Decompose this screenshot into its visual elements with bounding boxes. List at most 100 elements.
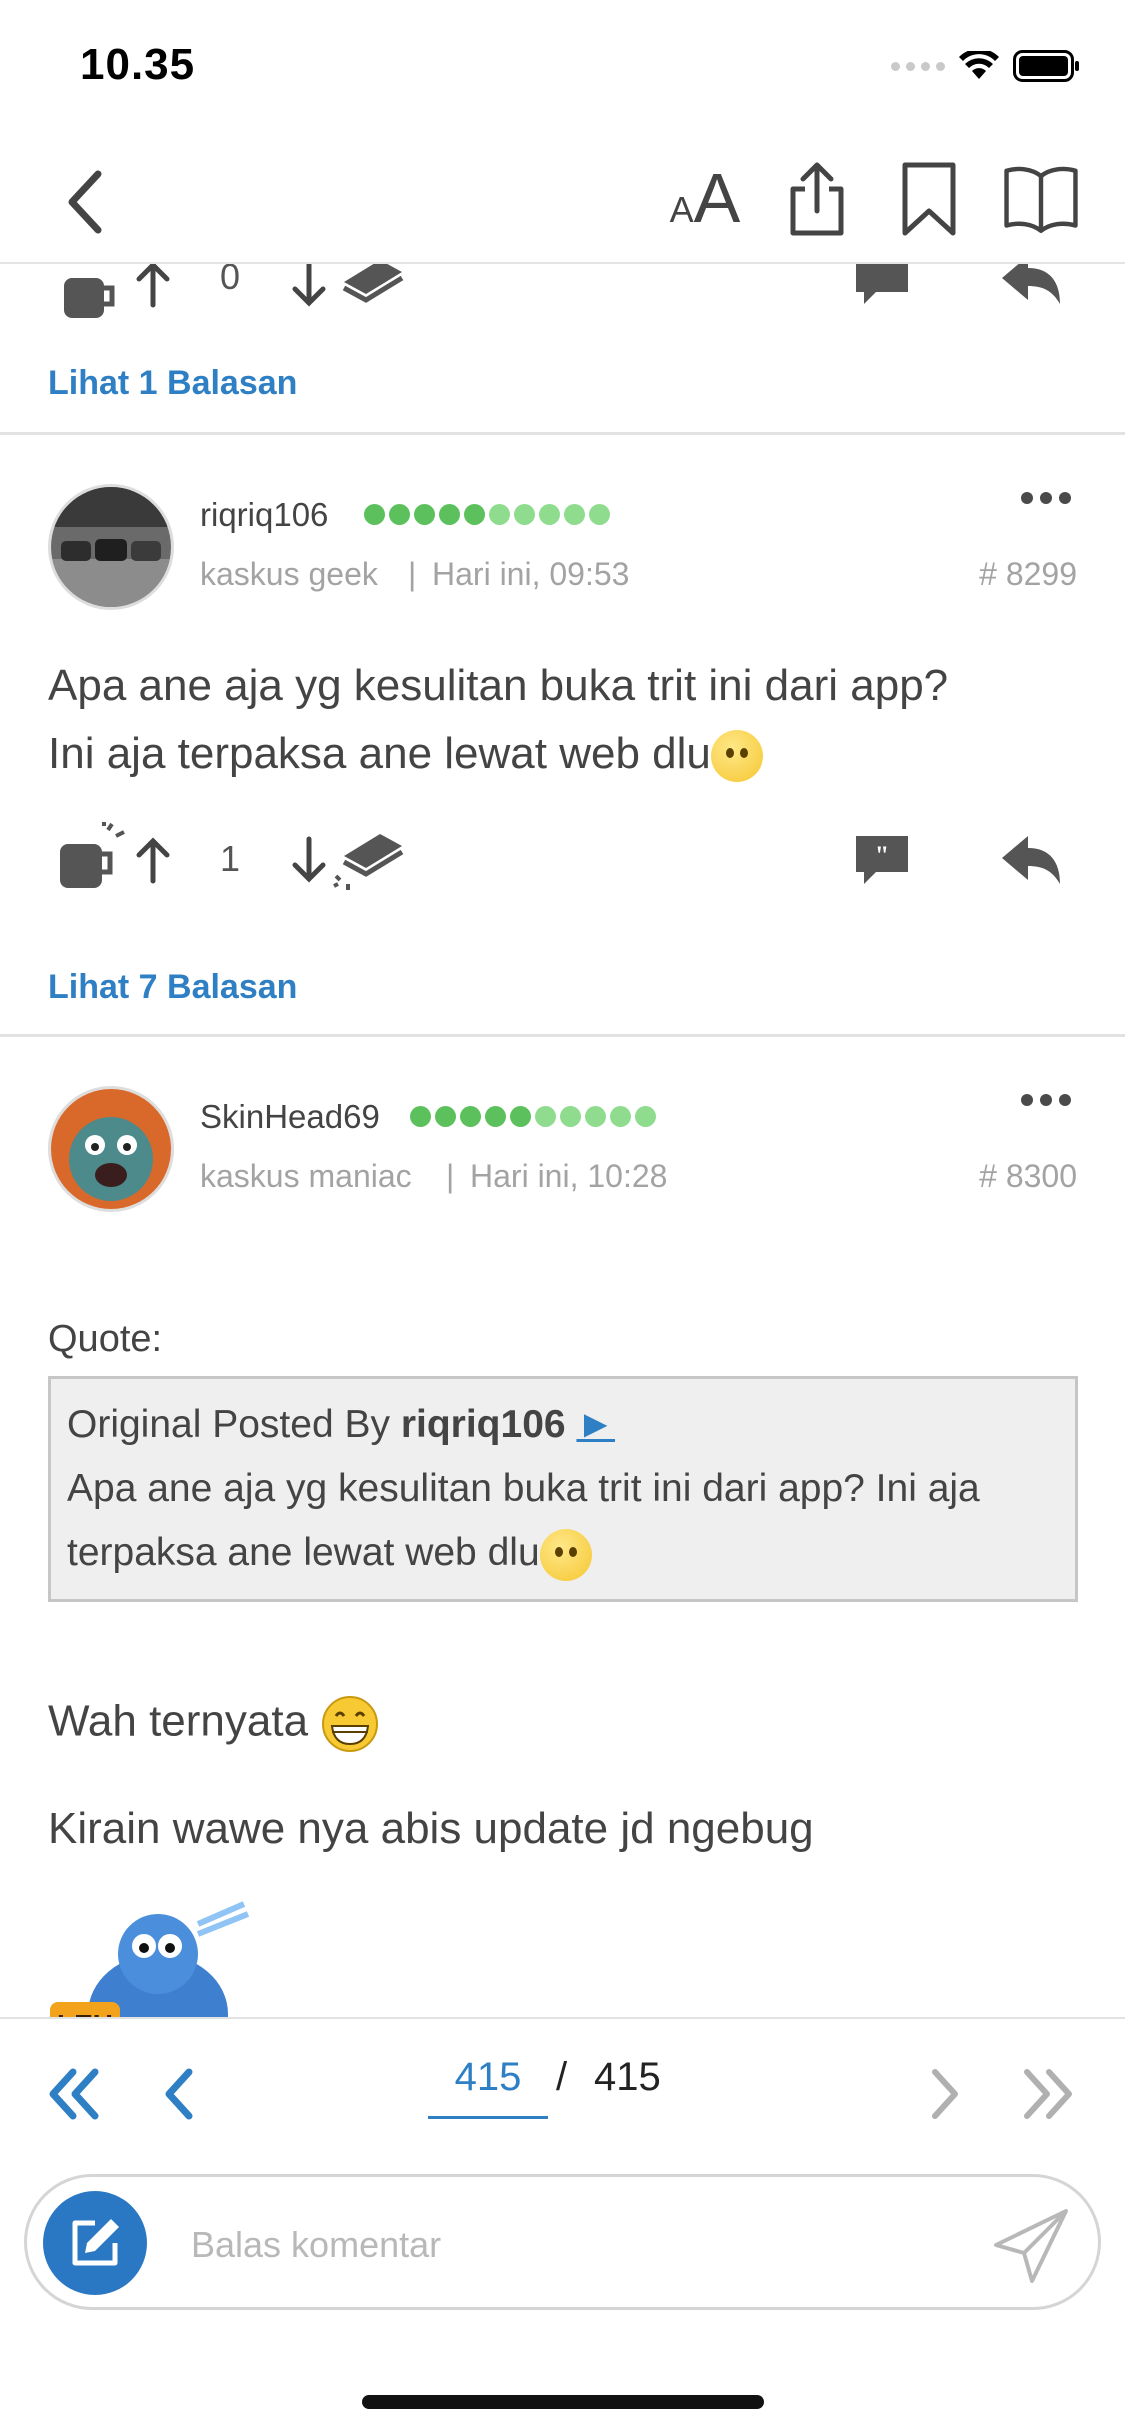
reputation-dot	[489, 504, 510, 525]
thread-content: 0 Lihat 1 Balasan riqriq106 kaskus geek …	[0, 264, 1125, 2017]
cendol-button[interactable]	[54, 264, 124, 326]
quote-button[interactable]	[852, 264, 912, 310]
first-page-button[interactable]	[38, 2059, 108, 2129]
double-chevron-left-icon	[49, 2068, 99, 2120]
bookmark-icon	[902, 162, 956, 236]
cendol-button[interactable]	[54, 822, 128, 896]
reply-input[interactable]	[191, 2217, 971, 2273]
double-chevron-right-icon	[1024, 2069, 1072, 2119]
reputation-dot	[510, 1106, 531, 1127]
view-replies-link[interactable]: Lihat 7 Balasan	[48, 968, 297, 1007]
compose-button[interactable]	[43, 2191, 147, 2295]
reply-bar	[24, 2174, 1101, 2310]
brick-icon	[342, 264, 404, 303]
thread-header: A A	[0, 140, 1125, 264]
post-divider	[0, 1034, 1125, 1037]
reputation-dot	[514, 504, 535, 525]
quote-text: Apa ane aja yg kesulitan buka trit ini d…	[67, 1457, 1059, 1585]
reputation-dot	[460, 1106, 481, 1127]
home-indicator	[362, 2395, 764, 2409]
post-header: SkinHead69 kaskus maniac | Hari ini, 10:…	[0, 1086, 1125, 1216]
quote-jump-link[interactable]: ►	[576, 1403, 615, 1446]
cendol-cup-icon	[60, 822, 125, 888]
post-divider	[0, 432, 1125, 435]
quote-author[interactable]: riqriq106	[401, 1403, 566, 1446]
status-bar: 10.35	[0, 0, 1125, 140]
back-button[interactable]	[56, 164, 116, 240]
arrow-up-icon	[136, 264, 170, 308]
reputation-dot	[635, 1106, 656, 1127]
avatar[interactable]	[48, 1086, 174, 1212]
post-time: Hari ini, 10:28	[470, 1158, 668, 1194]
status-icons	[891, 50, 1081, 82]
quote-prefix: Original Posted By	[67, 1403, 401, 1446]
upvote-button[interactable]	[130, 264, 176, 314]
quote-header: Original Posted By riqriq106 ►	[67, 1393, 1059, 1457]
post-number[interactable]: # 8299	[979, 556, 1077, 593]
view-replies-link[interactable]: Lihat 1 Balasan	[48, 364, 297, 403]
post-text-line: Wah ternyata	[48, 1694, 380, 1754]
avatar-cars-image	[51, 487, 171, 607]
chevron-right-icon	[932, 2069, 958, 2119]
share-icon	[790, 162, 844, 236]
reputation-dot	[439, 504, 460, 525]
reputation-dot	[539, 504, 560, 525]
reputation-dot	[585, 1106, 606, 1127]
post-number[interactable]: # 8300	[979, 1158, 1077, 1195]
read-mode-button[interactable]	[1003, 158, 1079, 240]
bata-button[interactable]	[330, 826, 406, 896]
upvote-button[interactable]	[130, 830, 176, 890]
share-button[interactable]	[779, 158, 855, 240]
prev-post-actions: 0	[0, 264, 1125, 334]
reputation-dot	[364, 504, 385, 525]
username[interactable]: riqriq106	[200, 496, 328, 534]
current-page-input[interactable]: 415	[428, 2055, 548, 2119]
svg-text:": "	[875, 841, 889, 870]
arrow-down-icon	[292, 264, 326, 307]
meta-separator: |	[408, 556, 417, 592]
grin-emoji-icon	[322, 1696, 379, 1752]
username[interactable]: SkinHead69	[200, 1098, 380, 1136]
sticker-image: LEH	[48, 1894, 258, 2017]
reputation-dot	[610, 1106, 631, 1127]
post-header: riqriq106 kaskus geek | Hari ini, 09:53 …	[0, 484, 1125, 614]
downvote-button[interactable]	[286, 264, 332, 314]
vote-count: 1	[220, 838, 241, 879]
reputation-bar	[364, 504, 610, 525]
font-size-button[interactable]: A A	[667, 158, 743, 240]
reputation-bar	[410, 1106, 656, 1127]
bata-button[interactable]	[330, 264, 406, 312]
quote-bubble-icon: "	[856, 836, 908, 884]
last-page-button[interactable]	[1014, 2059, 1084, 2129]
arrow-up-icon	[136, 837, 170, 884]
more-options-button[interactable]	[1021, 492, 1071, 504]
post-text-line: Kirain wawe nya abis update jd ngebug	[48, 1804, 814, 1853]
cendol-cup-icon	[64, 278, 115, 318]
prev-page-button[interactable]	[144, 2059, 214, 2129]
reputation-dot	[464, 504, 485, 525]
reply-button[interactable]	[998, 832, 1064, 888]
post-text-line: Apa ane aja yg kesulitan buka trit ini d…	[48, 661, 949, 710]
next-page-button[interactable]	[910, 2059, 980, 2129]
header-actions: A A	[667, 158, 1079, 240]
reputation-dot	[564, 504, 585, 525]
reputation-dot	[535, 1106, 556, 1127]
svg-text:LEH: LEH	[57, 2009, 113, 2017]
quote-bubble-icon	[856, 264, 908, 304]
quote-box: Original Posted By riqriq106 ► Apa ane a…	[48, 1376, 1078, 1602]
user-rank: kaskus geek	[200, 556, 378, 592]
avatar-creature-image	[51, 1089, 171, 1209]
downvote-button[interactable]	[286, 830, 332, 890]
avatar[interactable]	[48, 484, 174, 610]
meta-separator: |	[446, 1158, 455, 1194]
chevron-left-icon	[165, 2068, 193, 2120]
quote-button[interactable]: "	[852, 830, 912, 890]
bookmark-button[interactable]	[891, 158, 967, 240]
send-button[interactable]	[990, 2205, 1072, 2287]
reply-button[interactable]	[998, 264, 1064, 308]
reputation-dot	[560, 1106, 581, 1127]
edit-pencil-icon	[72, 2219, 119, 2266]
more-options-button[interactable]	[1021, 1094, 1071, 1106]
wifi-icon	[959, 51, 999, 79]
user-rank: kaskus maniac	[200, 1158, 412, 1194]
